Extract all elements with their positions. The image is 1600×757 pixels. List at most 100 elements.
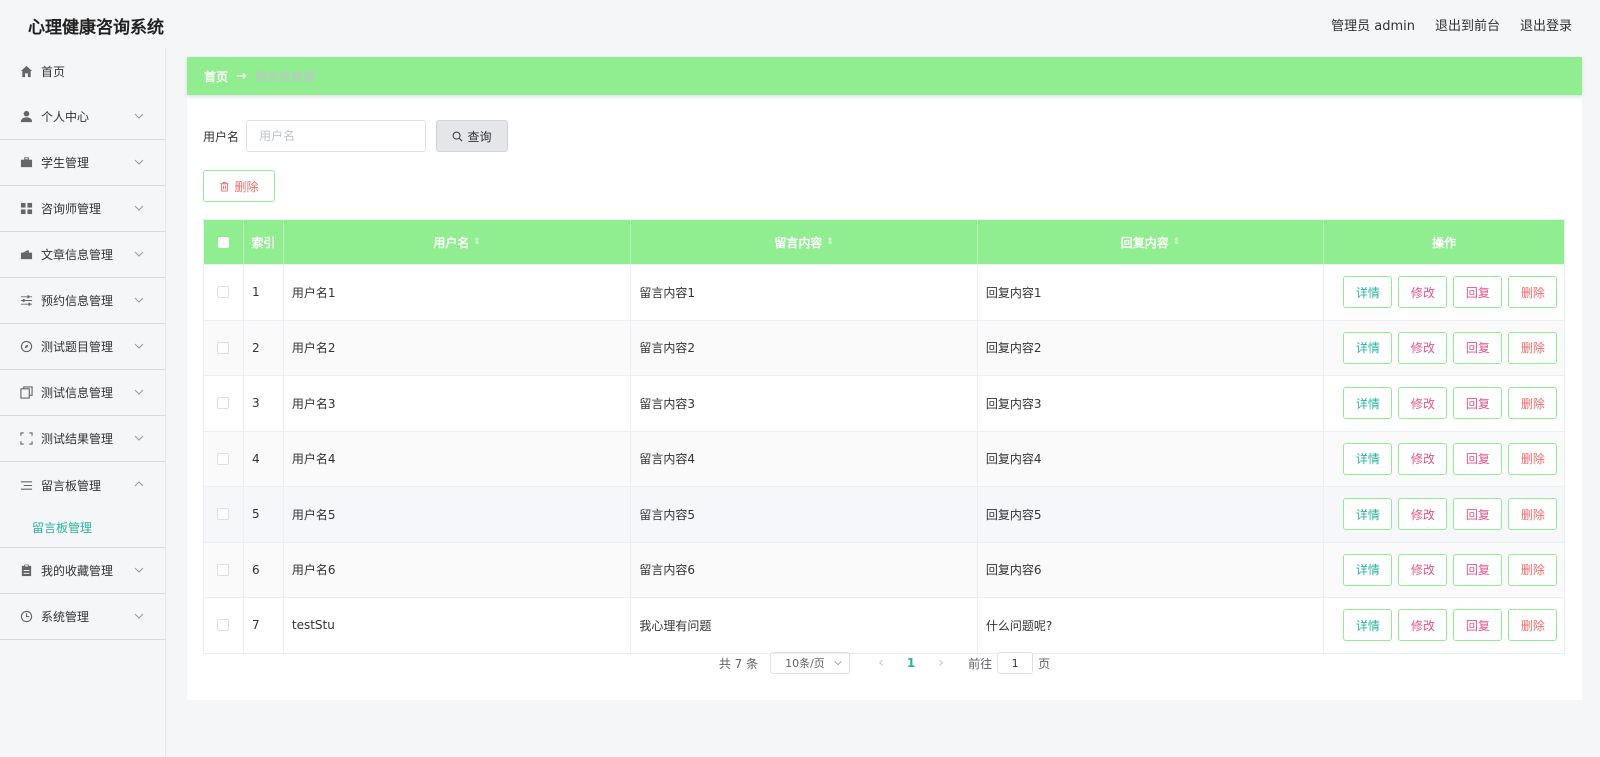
row-ops: 详情 修改 回复 删除 — [1324, 598, 1564, 653]
row-select-cell[interactable] — [204, 431, 244, 486]
sort-icon[interactable]: ⇕ — [1173, 237, 1181, 247]
delete-button[interactable]: 删除 — [1508, 609, 1558, 642]
row-checkbox[interactable] — [217, 286, 230, 299]
row-select-cell[interactable] — [204, 265, 244, 320]
table-row: 6 用户名6 留言内容6 回复内容6 详情 修改 回复 删除 — [204, 541, 1564, 597]
detail-button[interactable]: 详情 — [1343, 276, 1393, 309]
row-username: 用户名6 — [284, 542, 632, 597]
edit-button[interactable]: 修改 — [1398, 553, 1448, 586]
goto-page-input[interactable] — [997, 652, 1034, 674]
sidebar-subitem-label: 留言板管理 — [32, 521, 93, 535]
sidebar-item-label: 个人中心 — [41, 110, 90, 124]
row-index: 6 — [244, 542, 284, 597]
row-select-cell[interactable] — [204, 376, 244, 431]
sidebar-item-favorites-management[interactable]: 我的收藏管理 — [0, 548, 165, 594]
wallet-icon — [19, 248, 33, 262]
table-row: 3 用户名3 留言内容3 回复内容3 详情 修改 回复 删除 — [204, 375, 1564, 431]
header-select-all[interactable] — [204, 220, 244, 264]
sort-icon[interactable]: ⇕ — [826, 237, 834, 247]
front-site-link[interactable]: 退出到前台 — [1435, 15, 1500, 34]
search-button[interactable]: 查询 — [436, 120, 508, 152]
delete-button[interactable]: 删除 — [1508, 331, 1558, 364]
row-checkbox[interactable] — [217, 508, 230, 521]
sidebar-item-article-management[interactable]: 文章信息管理 — [0, 232, 165, 278]
sidebar-item-appointment-management[interactable]: 预约信息管理 — [0, 278, 165, 324]
page-size-select[interactable]: 10条/页 — [770, 652, 851, 674]
row-select-cell[interactable] — [204, 542, 244, 597]
sidebar-subitem-message-board[interactable]: 留言板管理 — [0, 508, 165, 548]
sidebar-item-system-management[interactable]: 系统管理 — [0, 594, 165, 640]
row-checkbox[interactable] — [217, 341, 230, 354]
delete-button[interactable]: 删除 — [1508, 276, 1558, 309]
edit-button[interactable]: 修改 — [1398, 498, 1448, 531]
sidebar-item-test-info-management[interactable]: 测试信息管理 — [0, 370, 165, 416]
row-checkbox[interactable] — [217, 397, 230, 410]
header-username[interactable]: 用户名 ⇕ — [284, 220, 632, 264]
edit-button[interactable]: 修改 — [1398, 442, 1448, 475]
delete-button[interactable]: 删除 — [1508, 498, 1558, 531]
reply-button[interactable]: 回复 — [1453, 609, 1503, 642]
detail-button[interactable]: 详情 — [1343, 442, 1393, 475]
chevron-down-icon — [134, 113, 144, 119]
detail-button[interactable]: 详情 — [1343, 553, 1393, 586]
row-checkbox[interactable] — [217, 452, 230, 465]
reply-button[interactable]: 回复 — [1453, 276, 1503, 309]
next-page-button[interactable]: › — [926, 655, 956, 671]
breadcrumb-home[interactable]: 首页 — [204, 68, 228, 85]
page-number[interactable]: 1 — [896, 656, 926, 670]
sidebar-item-personal-center[interactable]: 个人中心 — [0, 94, 165, 140]
edit-button[interactable]: 修改 — [1398, 609, 1448, 642]
reply-button[interactable]: 回复 — [1453, 498, 1503, 531]
logout-link[interactable]: 退出登录 — [1520, 15, 1572, 34]
row-checkbox[interactable] — [217, 619, 230, 632]
row-username: 用户名5 — [284, 487, 632, 542]
delete-button[interactable]: 删除 — [1508, 387, 1558, 420]
main-content: 首页 → 留言板管理 用户名 查询 删除 索引 用户名⇕ 留言内容⇕ 回复内容⇕… — [187, 57, 1582, 700]
chevron-down-icon — [134, 205, 144, 211]
edit-button[interactable]: 修改 — [1398, 276, 1448, 309]
sidebar-item-home[interactable]: 首页 — [0, 48, 165, 94]
chevron-up-icon — [134, 481, 144, 487]
row-ops: 详情 修改 回复 删除 — [1324, 265, 1564, 320]
batch-delete-button[interactable]: 删除 — [203, 170, 275, 202]
sidebar-item-label: 学生管理 — [41, 156, 90, 170]
sort-icon[interactable]: ⇕ — [473, 237, 481, 247]
search-label: 用户名 — [203, 130, 240, 144]
sidebar-item-label: 咨询师管理 — [41, 202, 102, 216]
compass-icon — [19, 340, 33, 354]
sidebar-item-test-result-management[interactable]: 测试结果管理 — [0, 416, 165, 462]
row-checkbox[interactable] — [217, 563, 230, 576]
row-select-cell[interactable] — [204, 320, 244, 375]
sidebar-item-test-question-management[interactable]: 测试题目管理 — [0, 324, 165, 370]
reply-button[interactable]: 回复 — [1453, 442, 1503, 475]
prev-page-button[interactable]: ‹ — [866, 655, 896, 671]
sidebar-item-label: 测试信息管理 — [41, 386, 114, 400]
detail-button[interactable]: 详情 — [1343, 331, 1393, 364]
reply-button[interactable]: 回复 — [1453, 553, 1503, 586]
delete-button[interactable]: 删除 — [1508, 553, 1558, 586]
sidebar-item-label: 测试结果管理 — [41, 432, 114, 446]
reply-button[interactable]: 回复 — [1453, 331, 1503, 364]
pager-total: 共 7 条 — [718, 656, 759, 671]
select-all-checkbox[interactable] — [217, 236, 229, 248]
edit-button[interactable]: 修改 — [1398, 331, 1448, 364]
row-message: 留言内容2 — [631, 320, 978, 375]
edit-button[interactable]: 修改 — [1398, 387, 1448, 420]
row-reply: 什么问题呢? — [978, 598, 1325, 653]
header-reply[interactable]: 回复内容 ⇕ — [978, 220, 1325, 264]
row-reply: 回复内容4 — [978, 431, 1325, 486]
row-ops: 详情 修改 回复 删除 — [1324, 432, 1564, 487]
sidebar-item-counselor-management[interactable]: 咨询师管理 — [0, 186, 165, 232]
delete-button[interactable]: 删除 — [1508, 442, 1558, 475]
reply-button[interactable]: 回复 — [1453, 387, 1503, 420]
detail-button[interactable]: 详情 — [1343, 498, 1393, 531]
username-search-input[interactable] — [246, 120, 426, 152]
header-message[interactable]: 留言内容 ⇕ — [631, 220, 978, 264]
sidebar-item-message-board-management[interactable]: 留言板管理 — [0, 462, 165, 508]
admin-user-label[interactable]: 管理员 admin — [1331, 15, 1415, 34]
row-select-cell[interactable] — [204, 598, 244, 653]
detail-button[interactable]: 详情 — [1343, 387, 1393, 420]
row-select-cell[interactable] — [204, 487, 244, 542]
sidebar-item-student-management[interactable]: 学生管理 — [0, 140, 165, 186]
detail-button[interactable]: 详情 — [1343, 609, 1393, 642]
